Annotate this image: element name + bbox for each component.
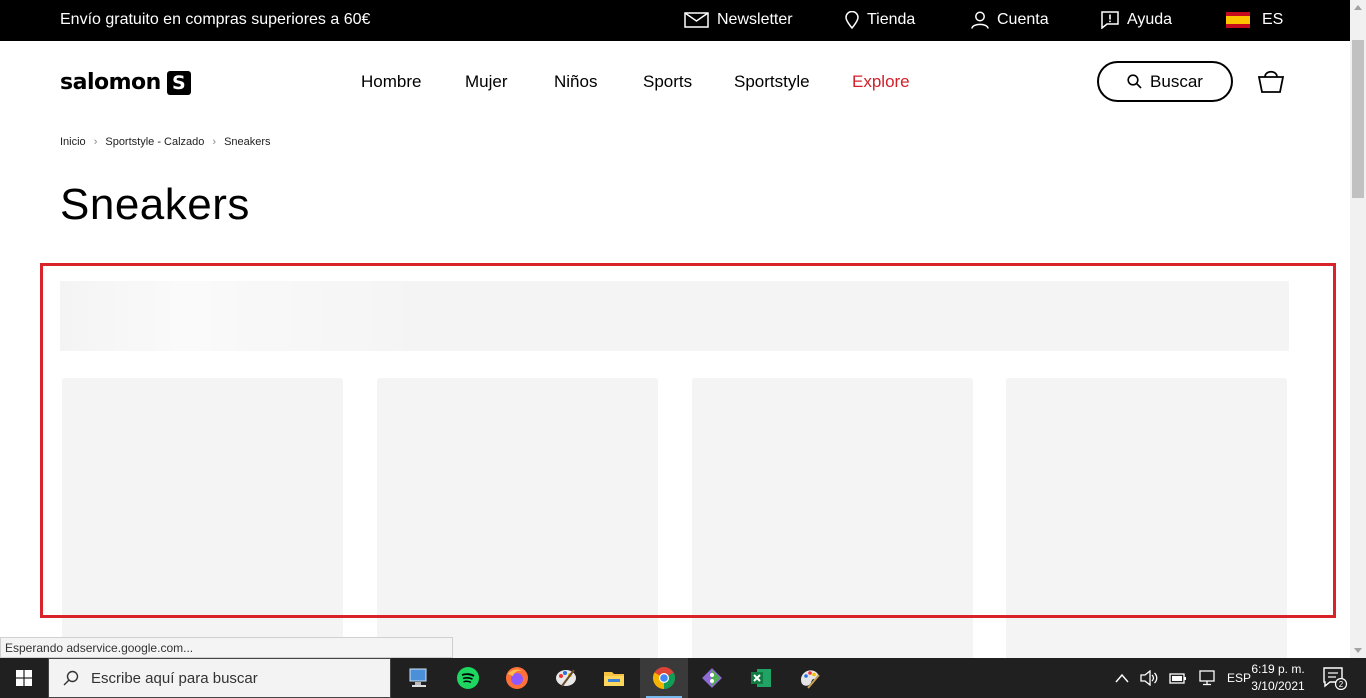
taskbar-app-network[interactable] <box>395 658 443 698</box>
scrollbar-thumb[interactable] <box>1352 40 1364 198</box>
spain-flag-icon <box>1226 12 1250 28</box>
taskbar-app-excel[interactable] <box>737 658 785 698</box>
firefox-icon <box>506 667 528 689</box>
chrome-icon <box>653 667 675 689</box>
paint-icon <box>556 669 576 687</box>
system-tray: ESP <box>1115 658 1251 698</box>
logo-wordmark: salomon <box>60 70 161 95</box>
page-title: Sneakers <box>60 180 250 229</box>
scroll-up-arrow-icon[interactable] <box>1354 5 1362 10</box>
action-center-button[interactable]: 2 <box>1322 666 1348 695</box>
account-label: Cuenta <box>997 11 1049 28</box>
windows-taskbar: Escribe aquí para buscar ESP 6:19 p. m. … <box>0 658 1366 698</box>
help-label: Ayuda <box>1127 11 1173 28</box>
breadcrumb-home[interactable]: Inicio <box>60 136 86 148</box>
breadcrumb: Inicio › Sportstyle - Calzado › Sneakers <box>60 136 271 148</box>
file-explorer-icon <box>604 672 624 686</box>
nav-item-sportstyle[interactable]: Sportstyle <box>734 72 810 92</box>
language-selector[interactable]: ES <box>1226 11 1283 29</box>
logo-s-icon: S <box>166 70 191 95</box>
search-button-label: Buscar <box>1150 71 1203 91</box>
user-icon <box>971 11 989 29</box>
vertical-scrollbar[interactable] <box>1350 0 1366 658</box>
network-computer-icon <box>409 668 427 687</box>
location-pin-icon <box>845 11 859 29</box>
promo-text: Envío gratuito en compras superiores a 6… <box>60 11 371 28</box>
taskbar-app-chrome[interactable] <box>640 658 688 698</box>
nav-item-explore[interactable]: Explore <box>852 72 910 92</box>
newsletter-label: Newsletter <box>717 11 793 28</box>
windows-logo-icon <box>16 670 32 686</box>
taskbar-app-git[interactable] <box>688 658 736 698</box>
git-icon <box>702 668 722 688</box>
volume-icon[interactable] <box>1140 670 1158 686</box>
clock-time: 6:19 p. m. <box>1251 662 1305 676</box>
taskbar-search-placeholder: Escribe aquí para buscar <box>91 669 258 687</box>
breadcrumb-sportstyle[interactable]: Sportstyle - Calzado <box>105 136 204 148</box>
newsletter-link[interactable]: Newsletter <box>684 11 793 29</box>
scroll-down-arrow-icon[interactable] <box>1354 648 1362 653</box>
excel-icon <box>751 669 771 687</box>
cart-button[interactable] <box>1257 68 1285 99</box>
nav-item-mujer[interactable]: Mujer <box>465 72 508 92</box>
windows-start-button[interactable] <box>0 658 48 698</box>
spotify-icon <box>457 667 479 689</box>
chevron-right-icon: › <box>93 136 98 148</box>
paint-3d-icon <box>801 670 820 689</box>
chevron-right-icon: › <box>212 136 217 148</box>
taskbar-search-box[interactable]: Escribe aquí para buscar <box>48 658 391 698</box>
help-chat-icon <box>1101 11 1119 29</box>
language-label: ES <box>1262 11 1284 28</box>
clock-date: 3/10/2021 <box>1251 679 1305 693</box>
taskbar-app-firefox[interactable] <box>493 658 541 698</box>
browser-status-bar: Esperando adservice.google.com... <box>0 637 453 658</box>
notification-count: 2 <box>1339 680 1344 689</box>
network-icon[interactable] <box>1198 670 1216 686</box>
envelope-icon <box>684 12 709 28</box>
taskbar-clock[interactable]: 6:19 p. m. 3/10/2021 <box>1242 661 1314 695</box>
nav-item-hombre[interactable]: Hombre <box>361 72 421 92</box>
search-icon <box>1127 74 1142 89</box>
shopping-basket-icon <box>1257 70 1285 93</box>
taskbar-app-file-explorer[interactable] <box>590 658 638 698</box>
nav-item-ninos[interactable]: Niños <box>554 72 597 92</box>
store-link[interactable]: Tienda <box>845 11 915 29</box>
breadcrumb-current: Sneakers <box>224 136 271 148</box>
help-link[interactable]: Ayuda <box>1101 11 1172 29</box>
salomon-logo[interactable]: salomon S <box>60 70 191 95</box>
search-icon <box>63 670 79 686</box>
promo-bar: Envío gratuito en compras superiores a 6… <box>0 0 1350 41</box>
taskbar-app-paint[interactable] <box>542 658 590 698</box>
taskbar-app-spotify[interactable] <box>444 658 492 698</box>
notification-icon: 2 <box>1323 667 1348 691</box>
taskbar-app-paint-3d[interactable] <box>786 658 834 698</box>
nav-item-sports[interactable]: Sports <box>643 72 692 92</box>
search-button[interactable]: Buscar <box>1097 61 1233 102</box>
chevron-up-icon[interactable] <box>1115 673 1129 683</box>
store-label: Tienda <box>867 11 916 28</box>
highlight-frame <box>40 263 1336 618</box>
browser-page: Envío gratuito en compras superiores a 6… <box>0 0 1366 698</box>
battery-icon[interactable] <box>1169 671 1187 685</box>
account-link[interactable]: Cuenta <box>971 11 1049 29</box>
